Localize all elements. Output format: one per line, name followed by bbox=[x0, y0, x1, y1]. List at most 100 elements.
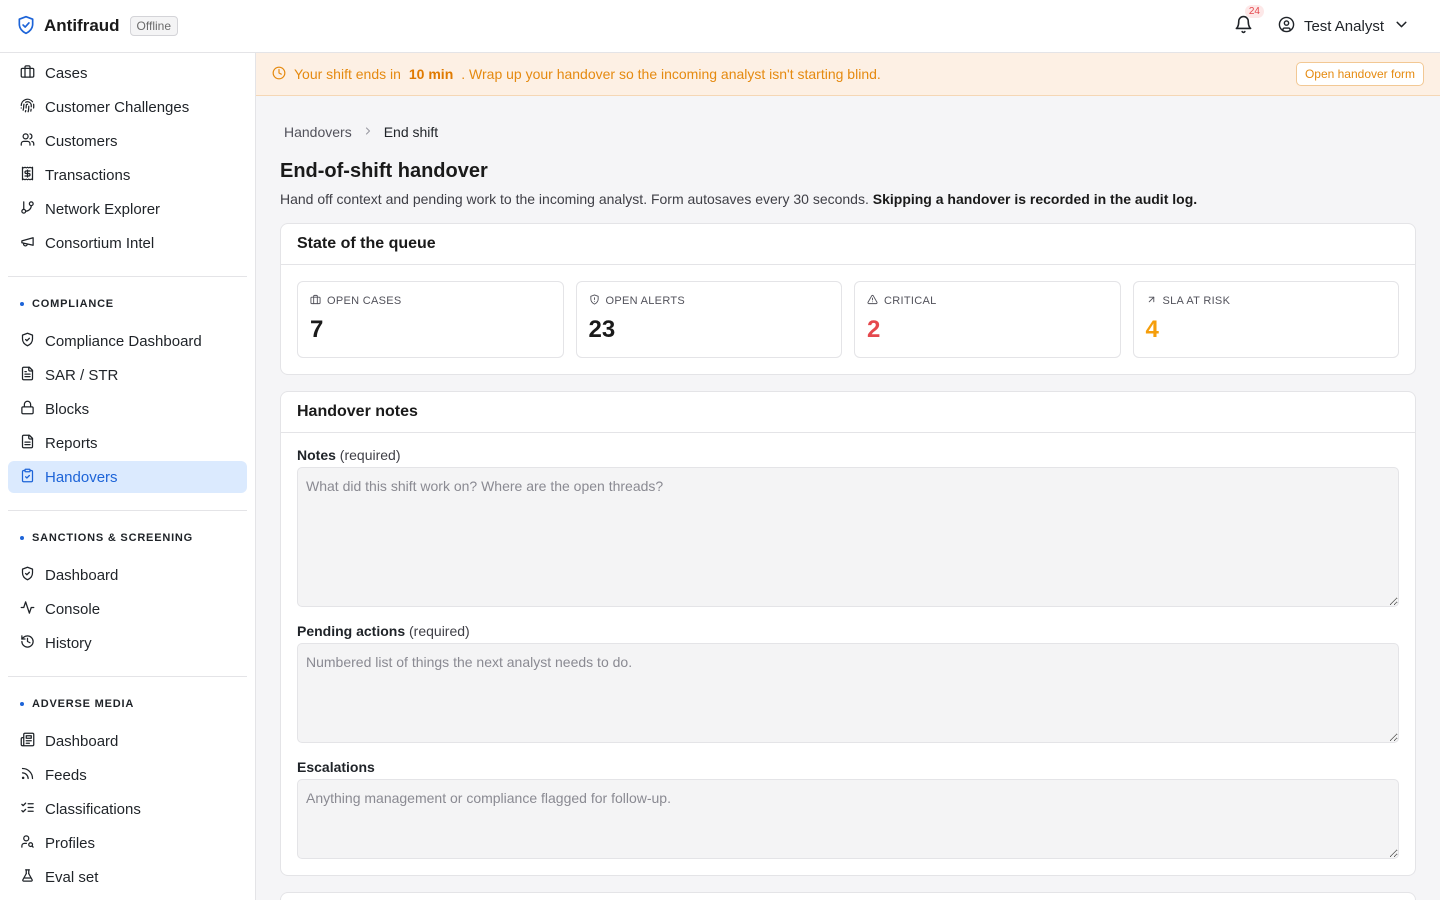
sidebar-item-customer-challenges[interactable]: Customer Challenges bbox=[8, 91, 247, 123]
sidebar-item-blocks[interactable]: Blocks bbox=[8, 393, 247, 425]
chevron-right-icon bbox=[362, 125, 374, 140]
stat-label-text: CRITICAL bbox=[884, 295, 937, 307]
file-lines-icon bbox=[20, 434, 35, 453]
sidebar-item-compliance-dashboard[interactable]: Compliance Dashboard bbox=[8, 325, 247, 357]
escalations-textarea[interactable] bbox=[297, 779, 1399, 859]
pending-actions-textarea[interactable] bbox=[297, 643, 1399, 743]
sidebar-item-label: Network Explorer bbox=[45, 200, 161, 218]
sidebar-item-label: Handovers bbox=[45, 468, 118, 486]
sidebar-item-label: Feeds bbox=[45, 766, 87, 784]
sidebar-item-profiles[interactable]: Profiles bbox=[8, 827, 247, 859]
stat-label-text: OPEN ALERTS bbox=[605, 295, 686, 307]
rss-icon bbox=[20, 766, 35, 785]
newspaper-icon bbox=[20, 732, 35, 751]
sidebar-item-media-dashboard[interactable]: Dashboard bbox=[8, 725, 247, 757]
triangle-alert-icon bbox=[867, 294, 878, 308]
handover-notes-card: Handover notes Notes (required) Pending … bbox=[280, 391, 1416, 876]
breadcrumb-current: End shift bbox=[383, 124, 439, 140]
sidebar-item-classifications[interactable]: Classifications bbox=[8, 793, 247, 825]
stat-value: 4 bbox=[1145, 316, 1159, 343]
next-card bbox=[280, 892, 1416, 900]
section-title: COMPLIANCE bbox=[32, 298, 114, 310]
notifications-button[interactable]: 24 bbox=[1232, 5, 1264, 38]
stat-sla-at-risk: SLA AT RISK 4 bbox=[1132, 281, 1399, 358]
top-bar: Antifraud Offline 24 Test Analyst bbox=[0, 0, 1440, 53]
sidebar-divider bbox=[8, 510, 247, 511]
page-description-bold: Skipping a handover is recorded in the a… bbox=[872, 191, 1198, 207]
pending-label-text: Pending actions bbox=[297, 623, 406, 639]
banner-text-before: Your shift ends in bbox=[294, 66, 401, 82]
sidebar-item-customers[interactable]: Customers bbox=[8, 125, 247, 157]
section-title: ADVERSE MEDIA bbox=[32, 698, 135, 710]
stat-open-cases: OPEN CASES 7 bbox=[297, 281, 564, 358]
sidebar-item-label: Dashboard bbox=[45, 732, 119, 750]
sidebar-item-label: SAR / STR bbox=[45, 366, 119, 384]
stat-label: CRITICAL bbox=[867, 294, 1108, 308]
pending-actions-label: Pending actions (required) bbox=[297, 623, 1399, 639]
git-branch-icon bbox=[20, 200, 35, 219]
breadcrumb: Handovers End shift bbox=[280, 124, 1416, 140]
notes-label: Notes (required) bbox=[297, 447, 1399, 463]
page-description-text: Hand off context and pending work to the… bbox=[280, 191, 869, 207]
section-dot bbox=[20, 302, 24, 306]
section-dot bbox=[20, 702, 24, 706]
notes-textarea[interactable] bbox=[297, 467, 1399, 607]
arrow-up-right-icon bbox=[1146, 294, 1157, 308]
notification-count-badge: 24 bbox=[1244, 5, 1264, 18]
sidebar-item-label: Dashboard bbox=[45, 566, 119, 584]
clock-icon bbox=[272, 66, 294, 83]
shield-check-icon bbox=[16, 15, 36, 38]
sidebar-item-history[interactable]: History bbox=[8, 627, 247, 659]
sidebar-item-sanctions-dashboard[interactable]: Dashboard bbox=[8, 559, 247, 591]
sidebar-item-cases[interactable]: Cases bbox=[8, 57, 247, 89]
shield-check-icon bbox=[20, 566, 35, 585]
sidebar-item-label: History bbox=[45, 634, 92, 652]
sidebar-item-console[interactable]: Console bbox=[8, 593, 247, 625]
brand[interactable]: Antifraud Offline bbox=[16, 15, 179, 38]
stat-value: 23 bbox=[588, 316, 616, 343]
sidebar-item-feeds[interactable]: Feeds bbox=[8, 759, 247, 791]
sidebar-item-consortium-intel[interactable]: Consortium Intel bbox=[8, 227, 247, 259]
stat-label: OPEN CASES bbox=[310, 294, 551, 308]
user-circle-icon bbox=[1278, 16, 1295, 37]
sidebar-item-sar-str[interactable]: SAR / STR bbox=[8, 359, 247, 391]
breadcrumb-handovers-link[interactable]: Handovers bbox=[284, 124, 352, 140]
page-description: Hand off context and pending work to the… bbox=[280, 191, 1416, 207]
section-title: SANCTIONS & SCREENING bbox=[32, 532, 194, 544]
sidebar: Cases Customer Challenges Customers Tran… bbox=[0, 53, 256, 900]
status-badge: Offline bbox=[129, 16, 179, 36]
receipt-icon bbox=[20, 166, 35, 185]
sidebar-item-label: Customers bbox=[45, 132, 118, 150]
user-search-icon bbox=[20, 834, 35, 853]
section-sanctions: SANCTIONS & SCREENING bbox=[8, 527, 247, 549]
sidebar-item-label: Reports bbox=[45, 434, 98, 452]
app-name: Antifraud bbox=[44, 16, 120, 35]
sidebar-item-network-explorer[interactable]: Network Explorer bbox=[8, 193, 247, 225]
page-title: End-of-shift handover bbox=[280, 160, 488, 182]
user-name: Test Analyst bbox=[1303, 17, 1384, 35]
stat-open-alerts: OPEN ALERTS 23 bbox=[575, 281, 842, 358]
notes-label-text: Notes bbox=[297, 447, 336, 463]
queue-state-card: State of the queue OPEN CASES 7 OPEN ALE… bbox=[280, 223, 1416, 375]
shield-check-icon bbox=[20, 332, 35, 351]
user-menu[interactable]: Test Analyst bbox=[1278, 16, 1410, 37]
chevron-down-icon bbox=[1393, 16, 1410, 37]
card-title: Handover notes bbox=[281, 392, 1415, 433]
sidebar-item-handovers[interactable]: Handovers bbox=[8, 461, 247, 493]
shield-alert-icon bbox=[589, 294, 600, 308]
section-adverse-media: ADVERSE MEDIA bbox=[8, 693, 247, 715]
stat-label-text: OPEN CASES bbox=[327, 295, 402, 307]
section-dot bbox=[20, 536, 24, 540]
stat-value: 7 bbox=[310, 316, 324, 343]
fingerprint-icon bbox=[20, 98, 35, 117]
stat-label: OPEN ALERTS bbox=[589, 294, 830, 308]
sidebar-item-reports[interactable]: Reports bbox=[8, 427, 247, 459]
clipboard-check-icon bbox=[20, 468, 35, 487]
bell-icon bbox=[1234, 15, 1253, 37]
sidebar-divider bbox=[8, 276, 247, 277]
sidebar-item-eval-set[interactable]: Eval set bbox=[8, 861, 247, 893]
file-text-icon bbox=[20, 366, 35, 385]
sidebar-item-transactions[interactable]: Transactions bbox=[8, 159, 247, 191]
briefcase-icon bbox=[310, 294, 321, 308]
open-handover-form-button[interactable]: Open handover form bbox=[1295, 62, 1424, 86]
